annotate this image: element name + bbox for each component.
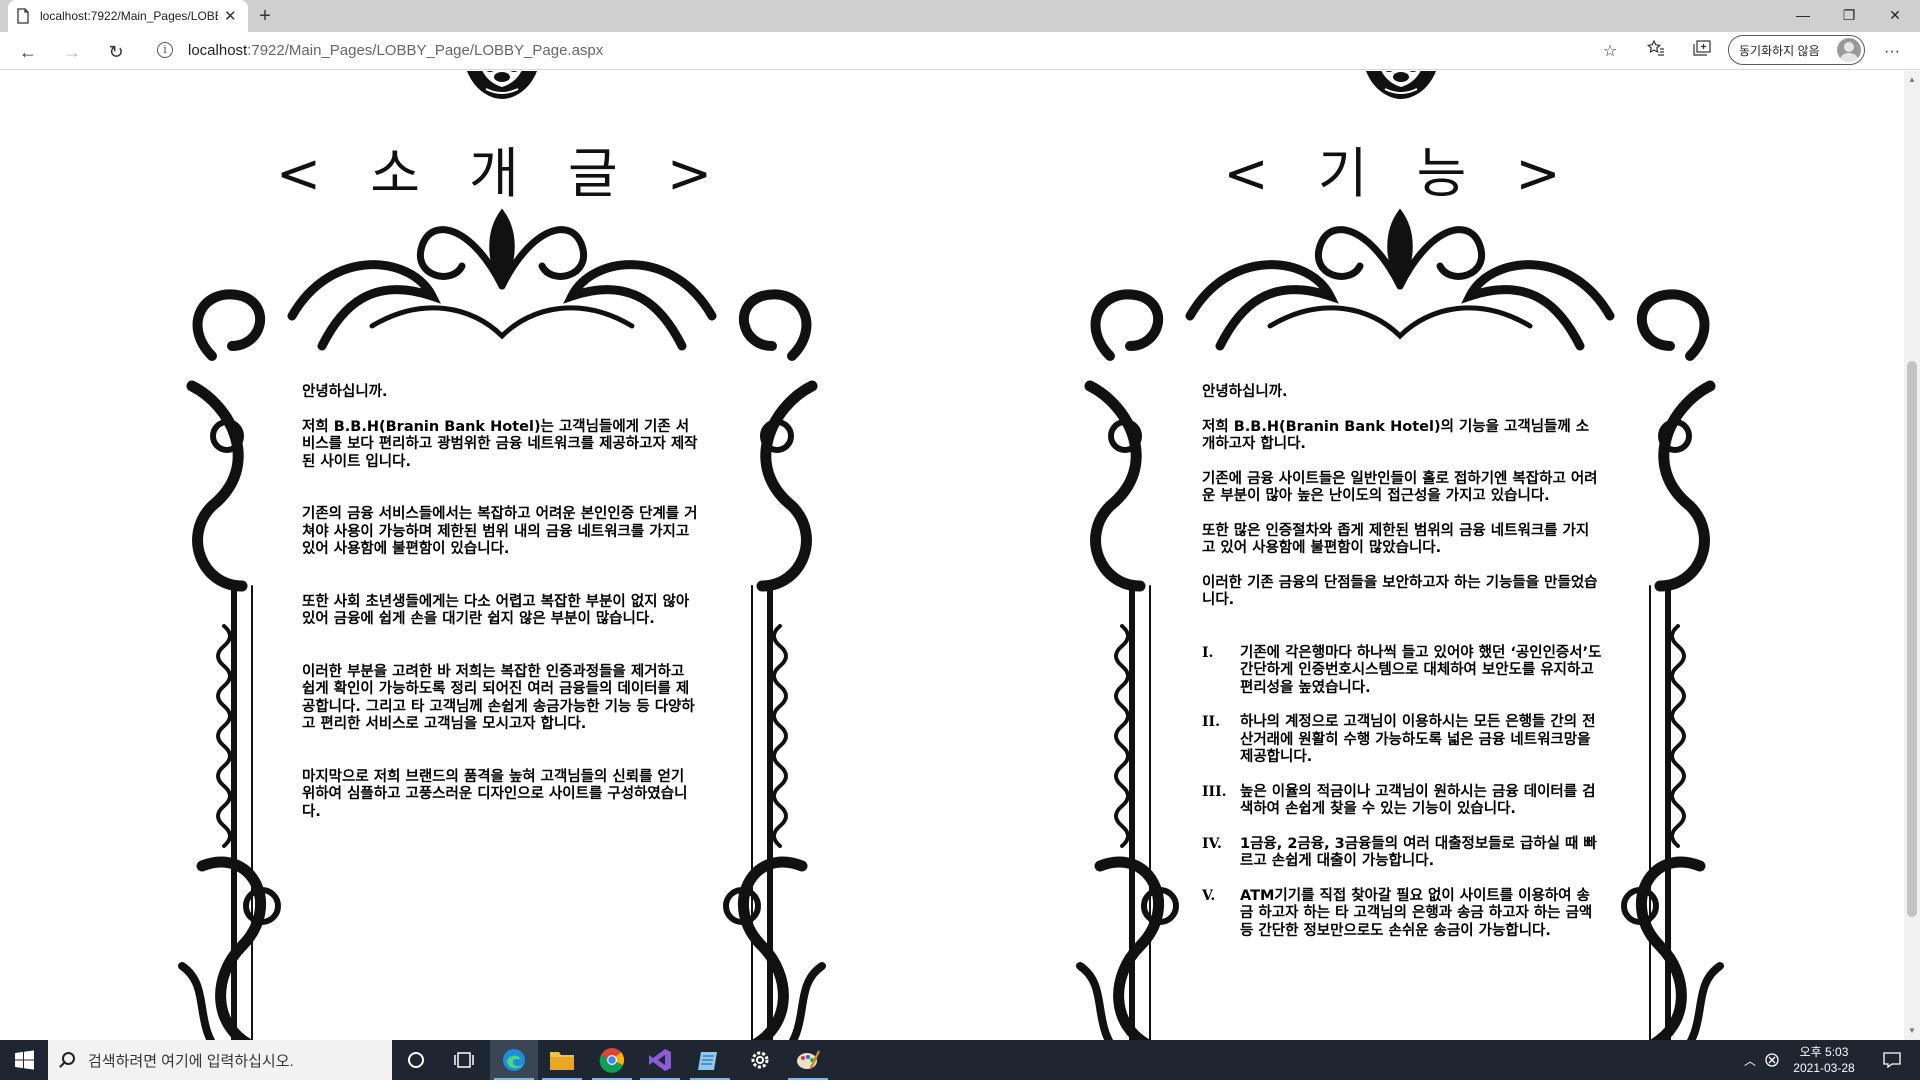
list-number: IV. bbox=[1202, 835, 1222, 852]
intro-paragraph: 또한 사회 초년생들에게는 다소 어렵고 복잡한 부분이 없지 않아 있어 금융… bbox=[302, 593, 690, 628]
notepad-icon[interactable] bbox=[686, 1040, 734, 1080]
address-bar-row: ← → ↻ i localhost:7922/Main_Pages/LOBBY_… bbox=[0, 32, 1920, 70]
page-icon bbox=[17, 8, 29, 24]
list-text: 하나의 계정으로 고객님이 이용하시는 모든 은행들 간의 전산거래에 원활히 … bbox=[1240, 714, 1596, 765]
scroll-thumb[interactable] bbox=[1907, 361, 1917, 917]
browser-tab[interactable]: localhost:7922/Main_Pages/LOBBY_Page/LOB… bbox=[8, 0, 248, 32]
tab-bar: localhost:7922/Main_Pages/LOBBY_Page/LOB… bbox=[0, 0, 1920, 32]
list-text: 기존에 각은행마다 하나씩 들고 있어야 했던 ‘공인인증서’도 간단하게 인증… bbox=[1240, 644, 1602, 696]
edge-icon[interactable] bbox=[490, 1040, 538, 1080]
visual-studio-icon[interactable] bbox=[636, 1040, 684, 1080]
address-input[interactable]: localhost:7922/Main_Pages/LOBBY_Page/LOB… bbox=[188, 42, 603, 59]
close-icon[interactable]: ✕ bbox=[224, 7, 237, 25]
intro-paragraph: 안녕하십니까. bbox=[302, 384, 388, 400]
notification-icon[interactable] bbox=[1870, 1040, 1914, 1080]
system-clock[interactable]: 오후 5:03 2021-03-28 bbox=[1786, 1044, 1862, 1076]
intro-text: 안녕하십니까. 저희 B.B.H(Branin Bank Hotel)는 고객님… bbox=[302, 384, 702, 821]
list-text: ATM기기를 직접 찾아갈 필요 없이 사이트를 이용하여 송금 하고자 하는 … bbox=[1240, 887, 1593, 939]
list-item: IV. 1금융, 2금융, 3금융들의 여러 대출정보들로 급하실 때 빠르고 손… bbox=[1202, 836, 1602, 871]
window-close-button[interactable]: ✕ bbox=[1872, 0, 1918, 30]
clock-date: 2021-03-28 bbox=[1793, 1061, 1855, 1075]
cortana-icon[interactable] bbox=[392, 1040, 440, 1080]
vertical-scrollbar[interactable]: ▲ ▼ bbox=[1904, 71, 1920, 1040]
features-paragraph: 저희 B.B.H(Branin Bank Hotel)의 기능을 고객님들께 소… bbox=[1202, 418, 1590, 453]
intro-paragraph: 기존의 금융 서비스들에서는 복잡하고 어려운 본인인증 단계를 거쳐야 사용이… bbox=[302, 506, 698, 557]
profile-label: 동기화하지 않음 bbox=[1739, 43, 1820, 58]
tab-title: localhost:7922/Main_Pages/LOBBY_Page/LOB… bbox=[40, 9, 218, 23]
features-paragraph: 또한 많은 인증절차와 좁게 제한된 범위의 금융 네트워크를 가지고 있어 사… bbox=[1202, 522, 1590, 557]
collections-icon[interactable] bbox=[1690, 40, 1714, 64]
info-icon[interactable]: i bbox=[157, 42, 173, 58]
paint-icon[interactable] bbox=[784, 1040, 832, 1080]
bulldog-crest-icon bbox=[1365, 71, 1437, 99]
features-paragraph: 기존에 금융 사이트들은 일반인들이 홀로 접하기엔 복잡하고 어려운 부분이 … bbox=[1202, 470, 1598, 505]
chevron-up-icon[interactable]: ︿ bbox=[1740, 1040, 1760, 1080]
features-heading: < 기 능 > bbox=[1223, 142, 1577, 205]
back-icon[interactable]: ← bbox=[14, 38, 42, 66]
list-text: 1금융, 2금융, 3금융들의 여러 대출정보들로 급하실 때 빠르고 손쉽게 … bbox=[1240, 835, 1597, 870]
settings-icon[interactable] bbox=[736, 1040, 784, 1080]
features-panel: < 기 능 > 안녕하십니까. 저희 B.B.H(Branin Bank Hot… bbox=[1070, 71, 1730, 1040]
list-number: I. bbox=[1202, 644, 1214, 661]
bulldog-crest-icon bbox=[466, 71, 538, 99]
list-number: III. bbox=[1202, 783, 1227, 800]
intro-panel: < 소 개 글 > 안녕하십니까. 저희 B.B.H(Branin Bank H… bbox=[172, 71, 832, 1040]
chrome-icon[interactable] bbox=[588, 1040, 636, 1080]
more-icon[interactable]: ··· bbox=[1880, 40, 1904, 64]
scroll-up-icon[interactable]: ▲ bbox=[1904, 73, 1920, 87]
refresh-icon[interactable]: ↻ bbox=[102, 38, 130, 66]
file-explorer-icon[interactable] bbox=[538, 1040, 586, 1080]
features-list: I. 기존에 각은행마다 하나씩 들고 있어야 했던 ‘공인인증서’도 간단하게 … bbox=[1202, 645, 1602, 941]
new-tab-button[interactable]: + bbox=[252, 4, 278, 30]
intro-paragraph: 저희 B.B.H(Branin Bank Hotel)는 고객님들에게 기존 서… bbox=[302, 418, 698, 470]
profile-button[interactable]: 동기화하지 않음 bbox=[1728, 35, 1865, 65]
search-icon bbox=[62, 1052, 75, 1065]
task-view-icon[interactable] bbox=[440, 1040, 488, 1080]
clock-time: 오후 5:03 bbox=[1799, 1045, 1849, 1059]
list-number: II. bbox=[1202, 714, 1220, 730]
search-placeholder: 검색하려면 여기에 입력하십시오. bbox=[88, 1052, 294, 1070]
windows-start-icon[interactable] bbox=[0, 1040, 48, 1080]
list-item: V. ATM기기를 직접 찾아갈 필요 없이 사이트를 이용하여 송금 하고자 하… bbox=[1202, 888, 1602, 941]
list-number: V. bbox=[1202, 887, 1216, 904]
taskbar: 검색하려면 여기에 입력하십시오. ︿ 오후 5:03 2021-03-28 bbox=[0, 1040, 1920, 1080]
features-paragraph: 이러한 기존 금융의 단점들을 보안하고자 하는 기능들을 만들었습니다. bbox=[1202, 574, 1598, 609]
list-item: II. 하나의 계정으로 고객님이 이용하시는 모든 은행들 간의 전산거래에 원… bbox=[1202, 714, 1602, 767]
list-item: III. 높은 이율의 적금이나 고객님이 원하시는 금융 데이터를 검색하여 손… bbox=[1202, 784, 1602, 819]
favorites-icon[interactable] bbox=[1644, 39, 1668, 64]
list-text: 높은 이율의 적금이나 고객님이 원하시는 금융 데이터를 검색하여 손쉽게 찾… bbox=[1240, 783, 1596, 818]
network-icon[interactable] bbox=[1762, 1040, 1782, 1080]
list-item: I. 기존에 각은행마다 하나씩 들고 있어야 했던 ‘공인인증서’도 간단하게 … bbox=[1202, 645, 1602, 698]
url-path: :7922/Main_Pages/LOBBY_Page/LOBBY_Page.a… bbox=[247, 42, 604, 59]
intro-heading: < 소 개 글 > bbox=[275, 142, 729, 205]
minimize-button[interactable]: — bbox=[1780, 0, 1826, 30]
intro-paragraph: 이러한 부분을 고려한 바 저희는 복잡한 인증과정들을 제거하고 쉽게 확인이… bbox=[302, 663, 695, 733]
search-input[interactable]: 검색하려면 여기에 입력하십시오. bbox=[48, 1040, 392, 1080]
forward-icon[interactable]: → bbox=[58, 38, 86, 66]
avatar bbox=[1837, 38, 1861, 62]
url-host: localhost bbox=[188, 42, 248, 59]
features-paragraph: 안녕하십니까. bbox=[1202, 384, 1288, 400]
restore-button[interactable]: ❐ bbox=[1826, 0, 1872, 30]
intro-paragraph: 마지막으로 저희 브랜드의 품격을 높혀 고객님들의 신뢰를 얻기 위하여 심플… bbox=[302, 768, 688, 820]
scroll-down-icon[interactable]: ▼ bbox=[1904, 1024, 1920, 1038]
features-text: 안녕하십니까. 저희 B.B.H(Branin Bank Hotel)의 기능을… bbox=[1202, 384, 1602, 940]
star-icon[interactable]: ☆ bbox=[1598, 40, 1622, 64]
page-viewport: < 소 개 글 > 안녕하십니까. 저희 B.B.H(Branin Bank H… bbox=[0, 71, 1904, 1040]
